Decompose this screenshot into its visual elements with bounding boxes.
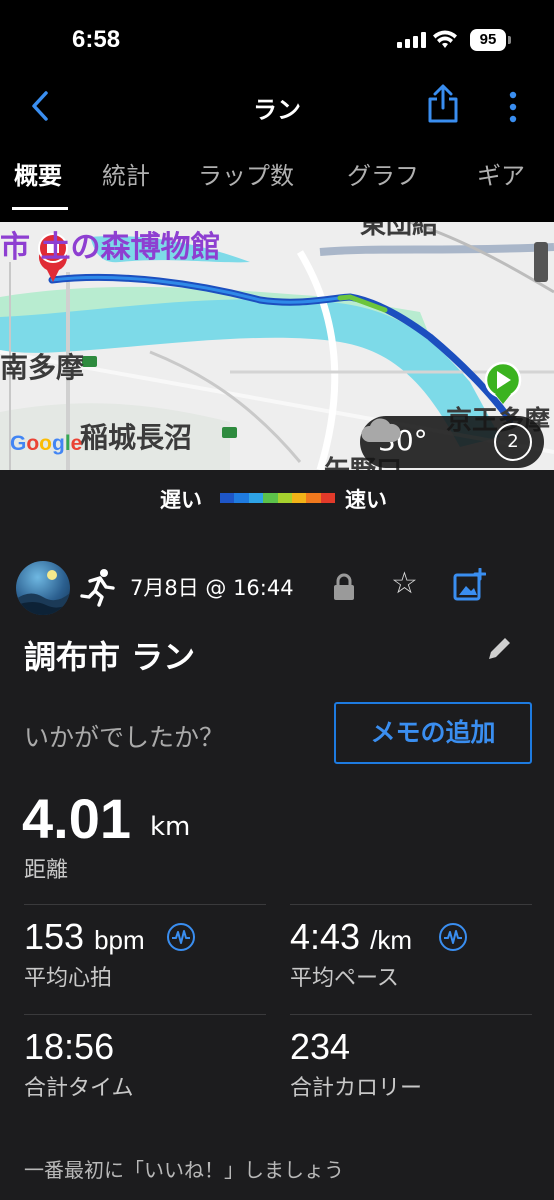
distance-value: 4.01 xyxy=(22,787,131,850)
battery-nub xyxy=(508,36,511,44)
google-attribution: Google xyxy=(10,432,83,455)
speed-color-swatch xyxy=(220,493,235,503)
legend-fast-label: 速い xyxy=(345,488,387,512)
speed-color-swatch xyxy=(320,493,335,503)
divider xyxy=(290,904,532,905)
tab-laps[interactable]: ラップ数 xyxy=(198,156,294,191)
map-label-tamatop: 東団給 xyxy=(360,222,439,240)
divider xyxy=(24,1014,266,1015)
calories-value: 234 xyxy=(290,1026,351,1067)
route-map[interactable]: 市 土の森博物館 東団給 南多摩 稲城長沼 矢野口 京王多摩 Google 30… xyxy=(0,222,554,470)
heart-rate-label: 平均心拍 xyxy=(24,966,113,991)
cellular-signal-icon xyxy=(397,32,427,48)
cloud-icon xyxy=(361,418,401,442)
heart-rate-source-icon[interactable] xyxy=(166,922,196,952)
status-time: 6:58 xyxy=(72,26,121,53)
map-label-nishitama: 南多摩 xyxy=(0,351,85,384)
tab-gear[interactable]: ギア xyxy=(477,156,525,191)
tab-graph[interactable]: グラフ xyxy=(347,156,419,191)
speed-color-swatch xyxy=(277,493,292,503)
distance-unit: km xyxy=(150,812,191,842)
map-label-inagi: 稲城長沼 xyxy=(80,421,193,454)
speed-color-swatch xyxy=(234,493,249,503)
add-memo-button[interactable]: メモの追加 xyxy=(334,702,532,764)
distance-label: 距離 xyxy=(24,858,69,883)
activity-title: 調布市 ラン xyxy=(24,638,196,676)
speed-color-swatch xyxy=(263,493,278,503)
like-prompt[interactable]: 一番最初に「いいね！」しましょう xyxy=(24,1154,344,1183)
pace-unit: /km xyxy=(370,925,412,955)
running-activity-icon xyxy=(80,569,115,607)
divider xyxy=(24,904,266,905)
avatar[interactable] xyxy=(16,561,70,615)
calories-label: 合計カロリー xyxy=(290,1076,423,1101)
speed-color-swatch xyxy=(248,493,264,503)
pace-label: 平均ペース xyxy=(290,966,399,991)
feedback-question: いかがでしたか？ xyxy=(24,723,225,752)
pace-source-icon[interactable] xyxy=(438,922,468,952)
total-time-label: 合計タイム xyxy=(24,1076,134,1101)
active-tab-indicator xyxy=(12,207,68,210)
more-options-icon[interactable] xyxy=(503,90,523,124)
map-label-museum: 市 土の森博物館 xyxy=(0,230,221,265)
heart-rate-value: 153 xyxy=(24,916,85,957)
wifi-icon xyxy=(433,30,457,48)
speed-color-swatch xyxy=(306,493,321,503)
divider xyxy=(290,1014,532,1015)
speed-color-swatch xyxy=(291,493,307,503)
total-time-value: 18:56 xyxy=(24,1026,115,1067)
speed-color-scale xyxy=(220,493,335,503)
speed-legend: 遅い 速い xyxy=(0,484,554,514)
share-icon[interactable] xyxy=(426,84,460,124)
heart-rate-stat: 153 bpm xyxy=(24,916,145,958)
add-photo-icon[interactable] xyxy=(452,568,486,602)
legend-slow-label: 遅い xyxy=(160,488,202,512)
tab-overview[interactable]: 概要 xyxy=(14,156,62,191)
heart-rate-unit: bpm xyxy=(94,925,145,955)
wind-indicator: 2 xyxy=(494,423,532,461)
battery-indicator: 95 xyxy=(470,29,506,51)
pace-stat: 4:43 /km xyxy=(290,916,412,958)
star-icon[interactable]: ☆ xyxy=(391,566,418,601)
weather-badge: 30° 2 xyxy=(360,416,544,468)
activity-date: 7月8日 @ 16:44 xyxy=(130,576,294,600)
tab-bar: 概要 統計 ラップ数 グラフ ギア xyxy=(0,156,554,208)
edit-pencil-icon[interactable] xyxy=(486,634,514,662)
tab-stats[interactable]: 統計 xyxy=(102,156,150,191)
pace-value: 4:43 xyxy=(290,916,361,957)
page-title: ラン xyxy=(253,96,301,124)
lock-icon[interactable] xyxy=(332,572,356,602)
